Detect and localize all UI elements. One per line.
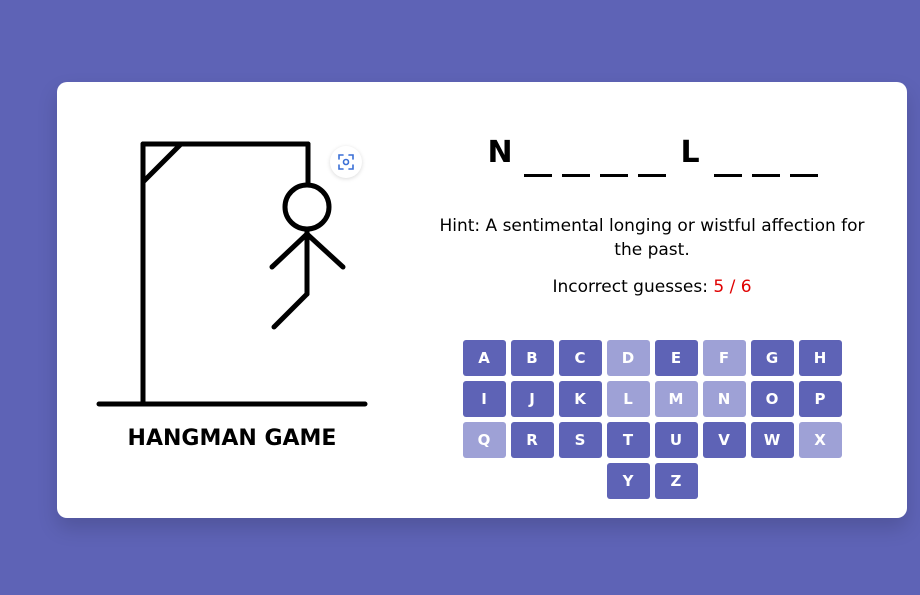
key-b[interactable]: B xyxy=(510,340,554,376)
key-k[interactable]: K xyxy=(558,381,602,417)
hangman-drawing xyxy=(96,141,368,407)
letter-slot xyxy=(790,134,818,177)
letter-keyboard: A B C D E F G H I J K L M N O P Q R S T … xyxy=(440,340,864,499)
key-h[interactable]: H xyxy=(798,340,842,376)
key-a[interactable]: A xyxy=(462,340,506,376)
screen-capture-icon[interactable] xyxy=(330,146,362,178)
letter-slot: L xyxy=(680,135,700,170)
word-display: N L xyxy=(437,134,867,177)
hangman-right-arm xyxy=(304,231,346,270)
key-v[interactable]: V xyxy=(702,422,746,458)
key-y[interactable]: Y xyxy=(606,463,650,499)
key-q[interactable]: Q xyxy=(462,422,506,458)
letter-slot xyxy=(600,134,628,177)
key-d[interactable]: D xyxy=(606,340,650,376)
key-f[interactable]: F xyxy=(702,340,746,376)
letter-slot: N xyxy=(487,135,513,170)
key-x[interactable]: X xyxy=(798,422,842,458)
key-l[interactable]: L xyxy=(606,381,650,417)
key-w[interactable]: W xyxy=(750,422,794,458)
key-m[interactable]: M xyxy=(654,381,698,417)
hangman-left-arm xyxy=(269,231,310,270)
guesses-label: Incorrect guesses: xyxy=(552,277,708,297)
key-r[interactable]: R xyxy=(510,422,554,458)
key-z[interactable]: Z xyxy=(654,463,698,499)
gallows-brace xyxy=(140,141,184,185)
key-o[interactable]: O xyxy=(750,381,794,417)
key-n[interactable]: N xyxy=(702,381,746,417)
game-card: HANGMAN GAME N L Hint: A sentimental lon… xyxy=(57,82,907,518)
key-e[interactable]: E xyxy=(654,340,698,376)
game-title: HANGMAN GAME xyxy=(127,426,337,451)
hangman-left-leg xyxy=(271,291,310,330)
hint-value: A sentimental longing or wistful affecti… xyxy=(485,216,865,260)
letter-slot xyxy=(638,134,666,177)
key-j[interactable]: J xyxy=(510,381,554,417)
letter-slot xyxy=(524,134,552,177)
key-g[interactable]: G xyxy=(750,340,794,376)
letter-slot xyxy=(752,134,780,177)
key-c[interactable]: C xyxy=(558,340,602,376)
hint-label: Hint: xyxy=(439,216,481,236)
key-s[interactable]: S xyxy=(558,422,602,458)
key-u[interactable]: U xyxy=(654,422,698,458)
letter-slot xyxy=(714,134,742,177)
key-p[interactable]: P xyxy=(798,381,842,417)
letter-slot xyxy=(562,134,590,177)
key-i[interactable]: I xyxy=(462,381,506,417)
incorrect-guesses: Incorrect guesses: 5 / 6 xyxy=(427,277,877,297)
hint-text: Hint: A sentimental longing or wistful a… xyxy=(427,214,877,262)
key-t[interactable]: T xyxy=(606,422,650,458)
guesses-count: 5 / 6 xyxy=(713,277,752,297)
hangman-head xyxy=(282,182,332,232)
